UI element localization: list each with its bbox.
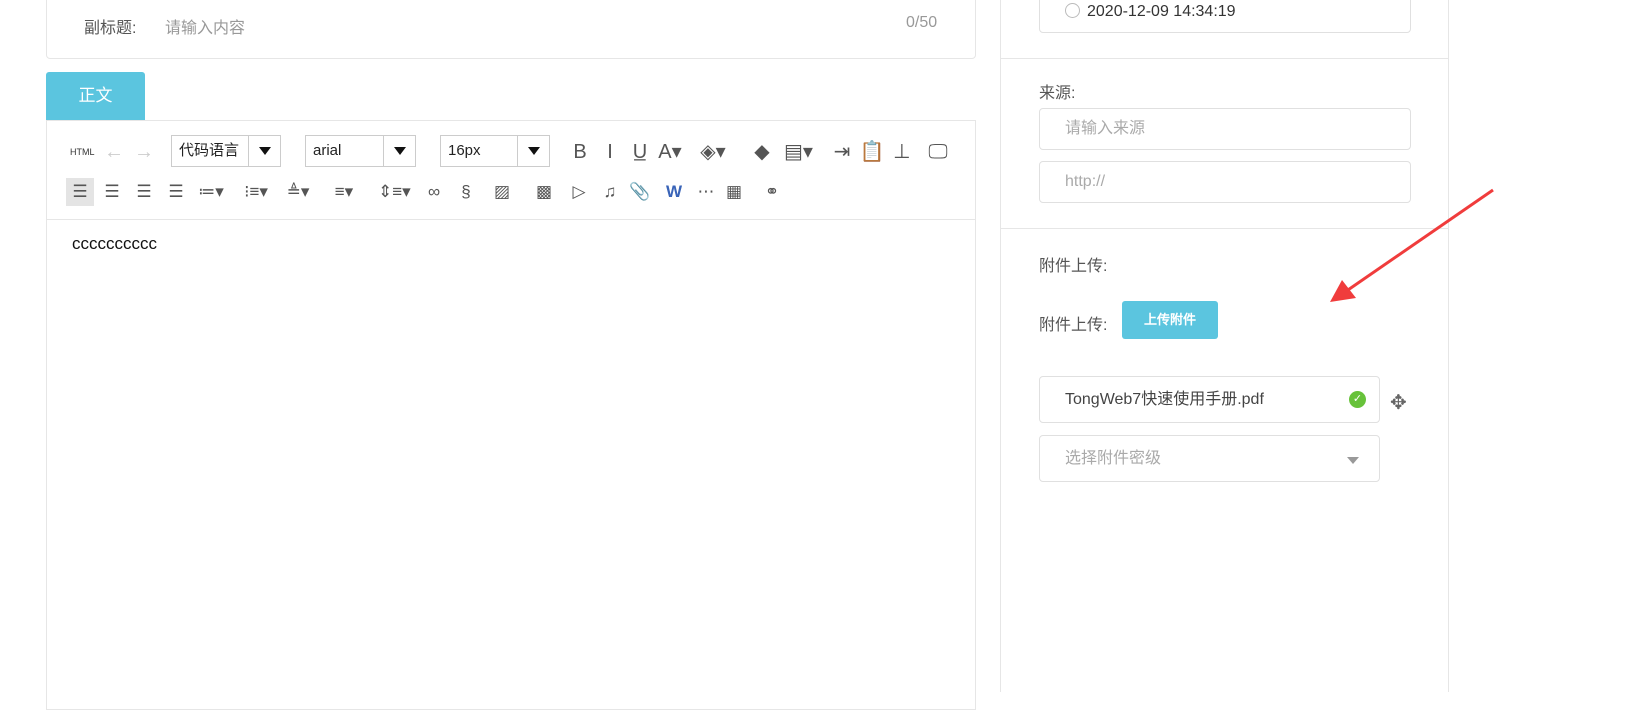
chevron-down-icon — [248, 136, 280, 166]
toolbar-divider — [47, 219, 975, 220]
subtitle-count: 0/50 — [906, 14, 938, 31]
move-icon[interactable]: ✥ — [1390, 390, 1407, 415]
image-icon[interactable]: ▨ — [488, 178, 516, 206]
align-justify-icon[interactable]: ☰ — [162, 178, 190, 206]
attachment-label-2: 附件上传: — [1039, 317, 1108, 334]
word-image-icon[interactable]: W — [660, 178, 688, 206]
rich-text-editor — [46, 120, 976, 710]
code-language-select[interactable]: 代码语言 — [171, 135, 281, 167]
row-spacing-bottom-icon[interactable]: ≡▾ — [330, 178, 358, 206]
font-family-select[interactable]: arial — [305, 135, 416, 167]
unordered-list-icon[interactable]: ⁝≡▾ — [242, 178, 270, 206]
eraser-icon[interactable]: ◆ — [748, 138, 776, 166]
multi-image-icon[interactable]: ▩ — [530, 178, 558, 206]
row-spacing-top-icon[interactable]: ≜▾ — [284, 178, 312, 206]
search-replace-icon[interactable]: ⚭ — [758, 178, 786, 206]
attachment-file-item: TongWeb7快速使用手册.pdf ✓ — [1039, 376, 1380, 423]
attachment-label: 附件上传: — [1039, 258, 1108, 275]
upload-attachment-button[interactable]: 上传附件 — [1122, 301, 1218, 339]
date-value: 2020-12-09 14:34:19 — [1087, 3, 1236, 20]
music-icon[interactable]: ♫ — [596, 178, 624, 206]
indent-icon[interactable]: ⇥ — [828, 138, 856, 166]
file-name: TongWeb7快速使用手册.pdf — [1065, 391, 1264, 408]
align-center-icon[interactable]: ☰ — [130, 178, 158, 206]
font-family-value: arial — [313, 142, 342, 159]
secrecy-placeholder: 选择附件密级 — [1065, 450, 1162, 467]
subtitle-label: 副标题: — [84, 20, 137, 37]
background-color-icon[interactable]: ◈▾ — [699, 138, 727, 166]
unlink-icon[interactable]: § — [452, 178, 480, 206]
underline-icon[interactable]: U̲ — [626, 138, 654, 166]
format-brush-icon[interactable]: ⊥ — [888, 138, 916, 166]
align-right-icon[interactable]: ☰ — [98, 178, 126, 206]
editor-content[interactable]: cccccccccc — [72, 234, 157, 254]
date-input[interactable]: 2020-12-09 14:34:19 — [1039, 0, 1411, 33]
caret-down-icon — [1347, 457, 1359, 464]
subtitle-input[interactable]: 请输入内容 — [165, 14, 245, 38]
ordered-list-icon[interactable]: ≔▾ — [197, 178, 225, 206]
chevron-down-icon — [517, 136, 549, 166]
table-icon[interactable]: ▦ — [720, 178, 748, 206]
source-label: 来源: — [1039, 85, 1076, 102]
bold-icon[interactable]: B — [566, 138, 594, 166]
redo-icon[interactable]: → — [130, 138, 158, 166]
align-left-icon[interactable]: ☰ — [66, 178, 94, 206]
right-panel — [1000, 0, 1449, 692]
preview-icon[interactable]: 🖵 — [924, 138, 952, 166]
font-size-value: 16px — [448, 142, 481, 159]
code-language-value: 代码语言 — [179, 142, 240, 159]
line-height-icon[interactable]: ⇕≡▾ — [378, 178, 411, 206]
font-size-select[interactable]: 16px — [440, 135, 550, 167]
template-icon[interactable]: ▤▾ — [784, 138, 813, 166]
tab-body[interactable]: 正文 — [46, 72, 145, 120]
success-check-icon: ✓ — [1349, 391, 1366, 408]
font-color-icon[interactable]: A▾ — [656, 138, 684, 166]
source-input[interactable]: 请输入来源 — [1039, 108, 1411, 150]
secrecy-level-select[interactable]: 选择附件密级 — [1039, 435, 1380, 482]
chevron-down-icon — [383, 136, 415, 166]
italic-icon[interactable]: I — [596, 138, 624, 166]
link-icon[interactable]: ∞ — [420, 178, 448, 206]
html-source-button[interactable]: HTML — [70, 147, 95, 157]
divider — [1001, 58, 1448, 59]
clock-icon — [1065, 3, 1080, 18]
video-icon[interactable]: ▷ — [565, 178, 593, 206]
page-break-icon[interactable]: ⋯ — [692, 178, 720, 206]
undo-icon[interactable]: ← — [100, 138, 128, 166]
annotation-arrow — [1330, 188, 1494, 302]
attachment-icon[interactable]: 📎 — [626, 178, 654, 206]
paste-text-icon[interactable]: 📋 — [858, 138, 886, 166]
